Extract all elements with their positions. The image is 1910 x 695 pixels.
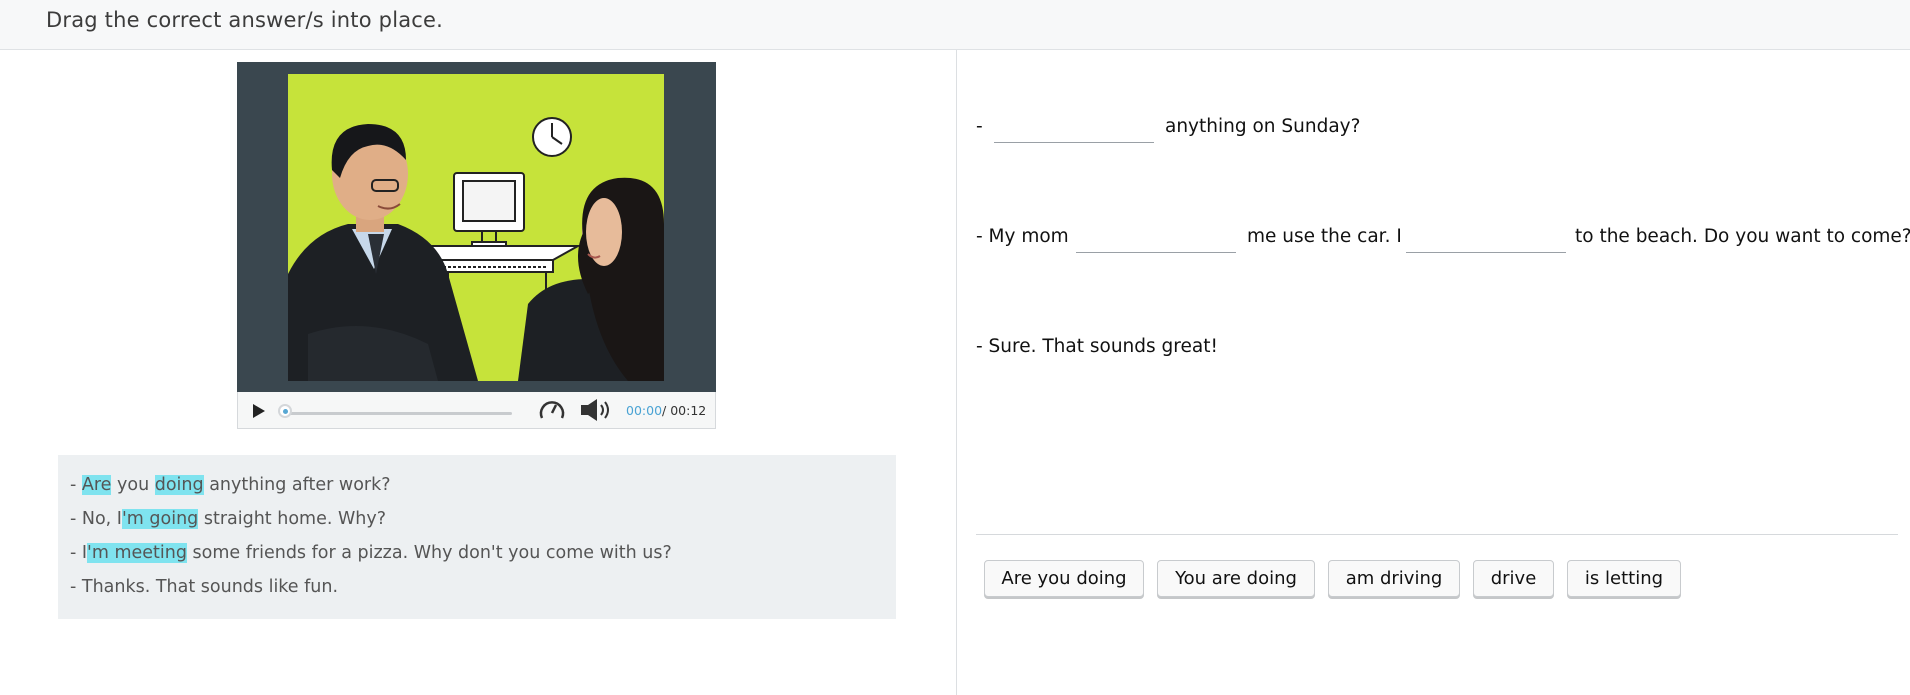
instruction-text: Drag the correct answer/s into place. <box>46 8 444 32</box>
answer-chip-am-driving[interactable]: am driving <box>1328 560 1460 597</box>
drop-zone-3[interactable] <box>1406 252 1566 253</box>
drop-zone-1[interactable] <box>994 142 1154 143</box>
question-3-text: - Sure. That sounds great! <box>976 336 1218 357</box>
question-2-suffix: to the beach. Do you want to come? <box>1575 226 1910 247</box>
transcript-line-3: - I'm meeting some friends for a pizza. … <box>70 543 672 563</box>
transcript-text: straight home. Why? <box>198 509 387 529</box>
transcript-highlight: doing <box>154 475 204 495</box>
transcript-line-4: - Thanks. That sounds like fun. <box>70 577 338 597</box>
current-time: 00:00 <box>626 403 663 418</box>
answer-chip-drive[interactable]: drive <box>1473 560 1554 597</box>
transcript-highlight: Are <box>81 475 112 495</box>
wall-clock-drawing <box>532 117 572 157</box>
time-separator: / <box>662 403 667 418</box>
transcript-line-2: - No, I'm going straight home. Why? <box>70 509 386 529</box>
video-still-image <box>288 74 664 381</box>
question-1-suffix: anything on Sunday? <box>1165 116 1361 137</box>
transcript-text: - <box>70 475 82 495</box>
question-2-prefix: - My mom <box>976 226 1069 247</box>
time-readout: 00:00/ 00:12 <box>626 403 706 418</box>
answer-chip-is-letting[interactable]: is letting <box>1567 560 1681 597</box>
video-player[interactable] <box>237 62 716 392</box>
answer-chip-you-are-doing[interactable]: You are doing <box>1157 560 1315 597</box>
answer-chip-are-you-doing[interactable]: Are you doing <box>984 560 1144 597</box>
progress-track[interactable] <box>286 412 512 415</box>
speed-icon[interactable] <box>538 398 566 426</box>
progress-handle[interactable] <box>278 404 292 418</box>
transcript-text: - I <box>70 543 88 563</box>
transcript-text: - Thanks. That sounds like fun. <box>70 577 339 597</box>
volume-icon[interactable] <box>580 399 612 425</box>
transcript-text: anything after work? <box>203 475 391 495</box>
question-1-prefix: - <box>976 116 983 137</box>
instruction-bar: Drag the correct answer/s into place. <box>0 0 1910 50</box>
answer-bank-divider <box>976 534 1898 535</box>
play-icon[interactable] <box>252 403 266 423</box>
transcript-text: some friends for a pizza. Why don't you … <box>186 543 672 563</box>
question-2-middle: me use the car. I <box>1247 226 1402 247</box>
transcript-highlight: 'm going <box>121 509 199 529</box>
transcript-highlight: 'm meeting <box>87 543 187 563</box>
panel-divider <box>956 50 957 695</box>
video-frame[interactable] <box>288 74 664 381</box>
player-controls: 00:00/ 00:12 <box>237 392 716 429</box>
transcript-text: - No, I <box>70 509 122 529</box>
transcript-box: - Are you doing anything after work? - N… <box>58 455 896 619</box>
transcript-text: you <box>111 475 155 495</box>
drop-zone-2[interactable] <box>1076 252 1236 253</box>
transcript-line-1: - Are you doing anything after work? <box>70 475 391 495</box>
duration: 00:12 <box>670 403 707 418</box>
